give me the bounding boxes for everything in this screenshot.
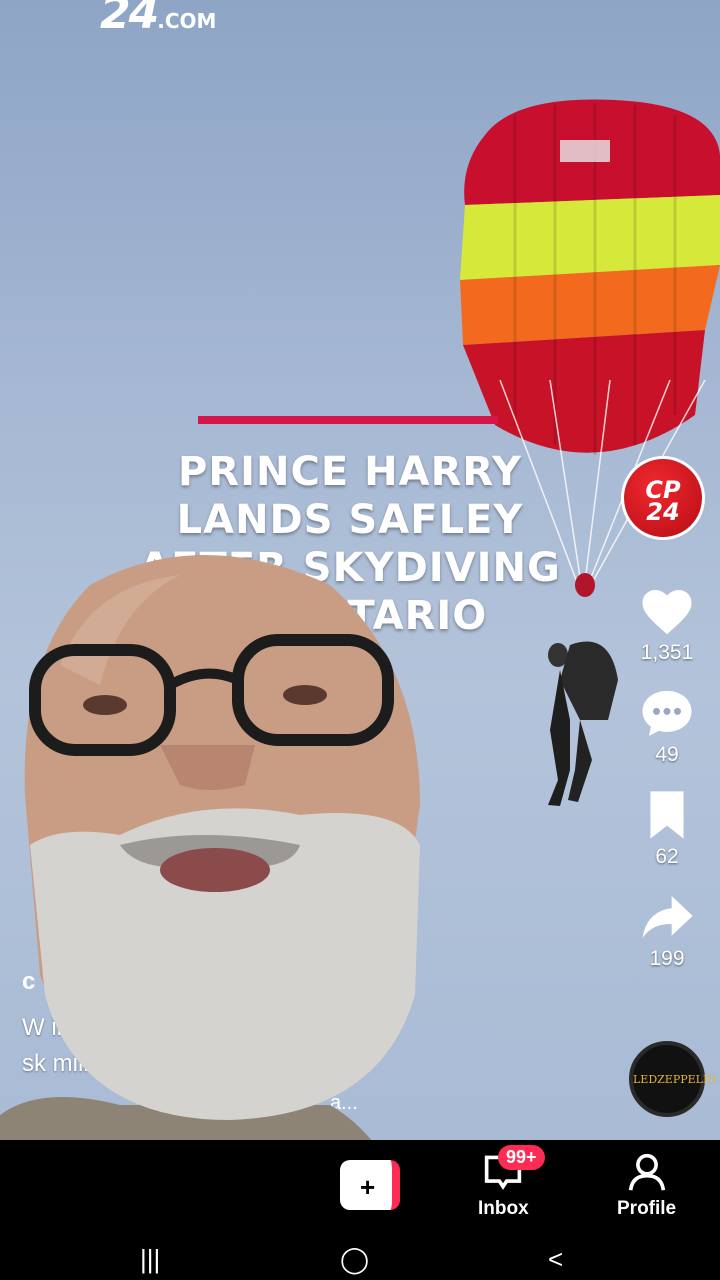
music-disc[interactable]: LEDZEPPELIN: [629, 1041, 717, 1117]
home-icon[interactable]: ◯: [340, 1244, 369, 1275]
bookmark-button[interactable]: 62: [624, 789, 710, 869]
action-rail: 1,351 49 62 199: [624, 585, 710, 993]
headline-accent-bar: [198, 416, 498, 424]
comment-count: 49: [655, 743, 679, 766]
nav-inbox-label: Inbox: [478, 1198, 529, 1219]
plus-icon: +: [360, 1172, 376, 1202]
share-count: 199: [649, 947, 685, 970]
heart-icon: [642, 590, 692, 635]
comment-button[interactable]: 49: [624, 687, 710, 767]
inbox-badge: 99+: [498, 1145, 545, 1170]
back-icon[interactable]: <: [548, 1244, 563, 1275]
profile-icon: [628, 1153, 665, 1191]
bookmark-icon: [650, 791, 684, 839]
music-disc-label: LEDZEPPELIN: [633, 1073, 717, 1086]
cp24-logo: CP 24: [621, 456, 705, 540]
system-navigation-bar: ||| ◯ <: [0, 1240, 720, 1280]
bookmark-count: 62: [655, 845, 679, 868]
share-button[interactable]: 199: [624, 891, 710, 971]
comment-icon: [642, 690, 692, 736]
like-count: 1,351: [640, 641, 694, 664]
like-button[interactable]: 1,351: [624, 585, 710, 665]
recent-apps-icon[interactable]: |||: [140, 1244, 160, 1275]
create-button[interactable]: +: [340, 1160, 400, 1210]
nav-profile[interactable]: Profile: [617, 1152, 676, 1220]
share-icon: [642, 896, 693, 938]
cp24-watermark: 24.COM: [100, 0, 217, 39]
nav-profile-label: Profile: [617, 1198, 677, 1219]
